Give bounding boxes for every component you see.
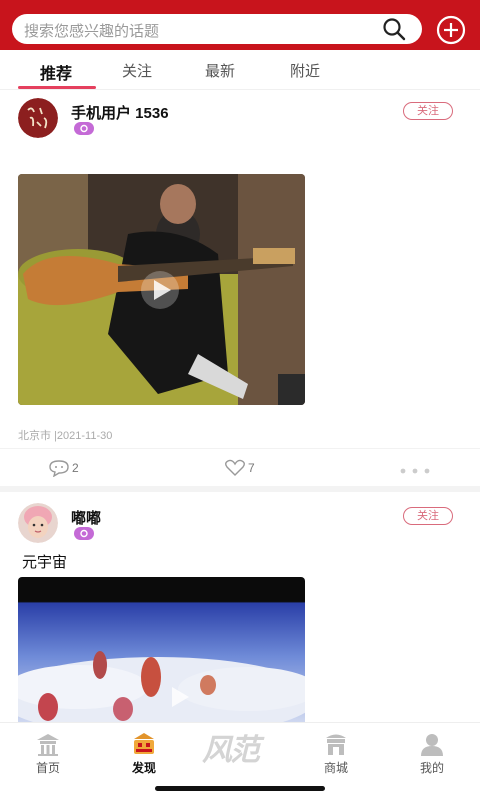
feed-tabs: 推荐 关注 最新 附近 bbox=[0, 50, 480, 90]
video-thumbnail[interactable] bbox=[18, 577, 305, 722]
nav-profile[interactable]: 我的 bbox=[400, 731, 464, 776]
nav-home[interactable]: 首页 bbox=[16, 731, 80, 776]
follow-button[interactable]: 关注 bbox=[403, 102, 453, 120]
post-header: 手机用户 1536 关注 bbox=[0, 98, 480, 148]
active-tab-indicator bbox=[18, 86, 96, 89]
post-divider bbox=[0, 486, 480, 492]
more-icon bbox=[400, 468, 430, 474]
add-icon[interactable] bbox=[435, 14, 467, 46]
avatar[interactable] bbox=[18, 503, 58, 543]
nav-discover[interactable]: 发现 bbox=[112, 731, 176, 776]
nav-profile-label: 我的 bbox=[419, 761, 444, 775]
brand-logo[interactable]: 风范 bbox=[202, 725, 260, 769]
profile-icon bbox=[421, 734, 443, 756]
more-button[interactable] bbox=[400, 463, 430, 477]
temple-icon bbox=[37, 734, 59, 756]
tab-recommend[interactable]: 推荐 bbox=[26, 60, 86, 84]
post-header: 嘟嘟 关注 bbox=[0, 503, 480, 553]
comment-icon bbox=[49, 460, 69, 478]
home-indicator bbox=[155, 786, 325, 791]
play-icon[interactable] bbox=[158, 677, 198, 717]
tab-latest[interactable]: 最新 bbox=[190, 60, 250, 81]
nav-store-label: 商城 bbox=[323, 761, 348, 775]
search-icon[interactable] bbox=[382, 17, 406, 41]
username[interactable]: 嘟嘟 bbox=[71, 507, 101, 528]
post-action-bar: 2 7 bbox=[0, 448, 480, 488]
search-bar[interactable]: 搜索您感兴趣的话题 bbox=[12, 14, 422, 44]
tab-nearby[interactable]: 附近 bbox=[275, 60, 335, 81]
post-caption: 元宇宙 bbox=[22, 554, 68, 571]
level-badge bbox=[74, 122, 94, 135]
nav-store[interactable]: 商城 bbox=[304, 731, 368, 776]
tab-following[interactable]: 关注 bbox=[107, 60, 167, 81]
comment-count: 2 bbox=[72, 461, 79, 475]
top-header: 搜索您感兴趣的话题 bbox=[0, 0, 480, 50]
play-icon[interactable] bbox=[140, 270, 180, 310]
search-placeholder[interactable]: 搜索您感兴趣的话题 bbox=[24, 20, 159, 41]
post-location-date: 北京市 |2021-11-30 bbox=[18, 430, 113, 442]
follow-button[interactable]: 关注 bbox=[403, 507, 453, 525]
avatar[interactable] bbox=[18, 98, 58, 138]
video-thumbnail[interactable] bbox=[18, 174, 305, 405]
level-badge bbox=[74, 527, 94, 540]
nav-home-label: 首页 bbox=[35, 761, 60, 775]
store-icon bbox=[326, 734, 346, 755]
discover-icon bbox=[134, 733, 154, 754]
heart-icon bbox=[225, 459, 245, 476]
comment-button[interactable]: 2 bbox=[48, 459, 79, 480]
nav-discover-label: 发现 bbox=[131, 761, 156, 775]
like-button[interactable]: 7 bbox=[224, 459, 255, 480]
username[interactable]: 手机用户 1536 bbox=[71, 102, 169, 123]
like-count: 7 bbox=[248, 461, 255, 475]
